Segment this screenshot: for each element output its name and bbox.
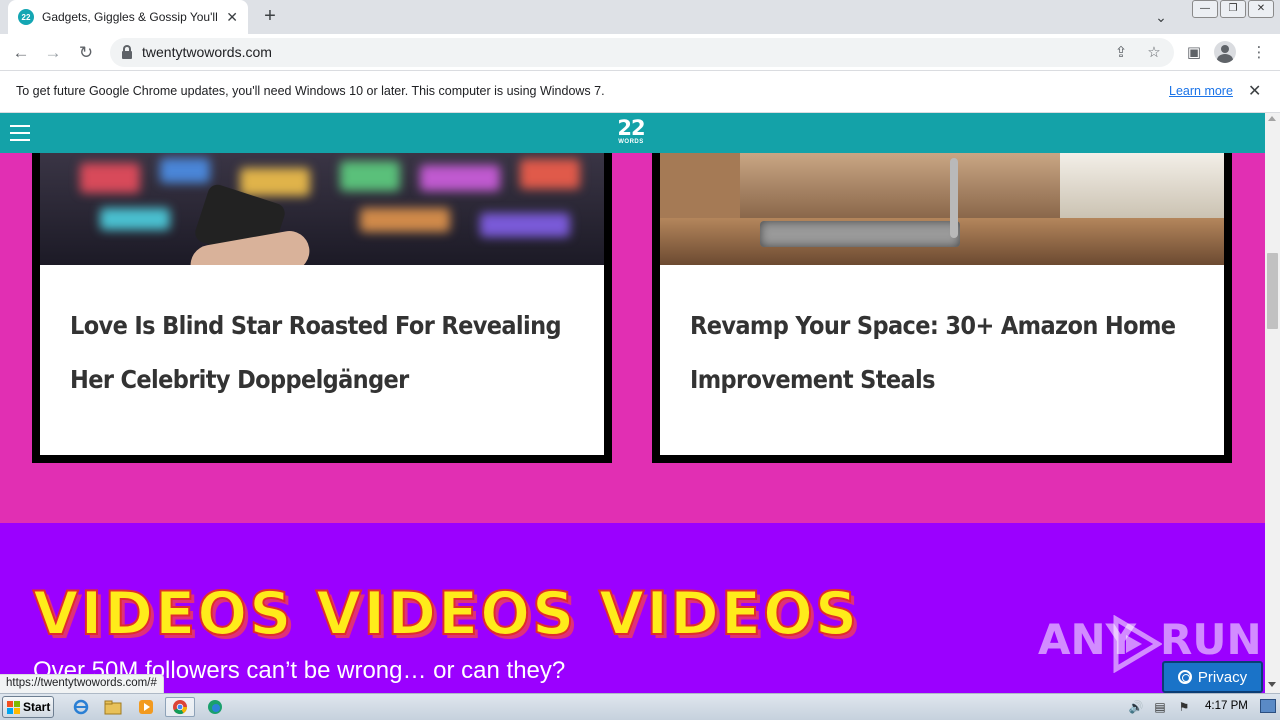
gear-icon: [1177, 670, 1192, 684]
url-text[interactable]: twentytwowords.com: [142, 44, 272, 60]
hamburger-menu-icon[interactable]: [10, 125, 30, 141]
scroll-up-arrow-icon[interactable]: [1268, 116, 1276, 121]
action-center-flag-icon[interactable]: ⚑: [1176, 699, 1192, 715]
close-window-button[interactable]: ✕: [1248, 0, 1274, 18]
article-title[interactable]: Love Is Blind Star Roasted For Revealing…: [70, 299, 574, 407]
new-tab-button[interactable]: +: [258, 5, 282, 29]
tab-title: Gadgets, Giggles & Gossip You'll Love: [42, 10, 222, 24]
side-panel-icon[interactable]: ▣: [1181, 40, 1207, 66]
site-logo[interactable]: 22 WORDS: [614, 117, 648, 145]
privacy-button[interactable]: Privacy: [1162, 661, 1263, 693]
logo-word: WORDS: [618, 139, 644, 145]
ie-icon[interactable]: [70, 697, 92, 717]
taskbar-clock[interactable]: 4:17 PM: [1205, 700, 1248, 712]
minimize-button[interactable]: —: [1192, 0, 1218, 18]
back-arrow-icon[interactable]: ←: [8, 40, 34, 66]
article-title[interactable]: Revamp Your Space: 30+ Amazon Home Impro…: [690, 299, 1194, 407]
edge-icon[interactable]: [204, 697, 226, 717]
status-bar-url: https://twentytwowords.com/#: [0, 674, 164, 693]
play-triangle-icon: [1113, 615, 1162, 673]
window-controls: — ❐ ✕: [1192, 0, 1274, 18]
browser-toolbar: ← → ↻ twentytwowords.com ⇪ ☆ ▣ ⋮: [0, 34, 1280, 71]
scroll-down-arrow-icon[interactable]: [1268, 682, 1276, 687]
watermark-right-text: RUN: [1160, 615, 1262, 664]
videos-heading: VIDEOS VIDEOS VIDEOS: [32, 578, 860, 650]
forward-arrow-icon[interactable]: →: [40, 40, 66, 66]
windows-taskbar: Start 🔊 ▤ ⚑ 4:17 PM: [0, 693, 1280, 720]
logo-number: 22: [617, 116, 645, 140]
page-viewport: 22 WORDS Love Is Blind Star Roasted For …: [0, 113, 1265, 693]
privacy-label: Privacy: [1197, 668, 1248, 686]
tv-remote-image[interactable]: [40, 153, 604, 265]
article-card[interactable]: Revamp Your Space: 30+ Amazon Home Impro…: [652, 153, 1232, 463]
reload-icon[interactable]: ↻: [73, 40, 99, 66]
tab-strip: 22 Gadgets, Giggles & Gossip You'll Love…: [0, 0, 1280, 34]
site-favicon-icon: 22: [18, 9, 34, 25]
learn-more-link[interactable]: Learn more: [1169, 84, 1233, 98]
tab-close-icon[interactable]: ✕: [226, 9, 238, 26]
tab-search-chevron-icon[interactable]: ⌄: [1150, 6, 1172, 28]
site-header: 22 WORDS: [0, 113, 1265, 153]
volume-icon[interactable]: 🔊: [1128, 699, 1144, 715]
update-infobar: To get future Google Chrome updates, you…: [0, 71, 1280, 113]
kitchen-sink-image[interactable]: [660, 153, 1224, 265]
browser-tab[interactable]: 22 Gadgets, Giggles & Gossip You'll Love…: [8, 0, 248, 34]
chrome-icon[interactable]: [165, 697, 195, 717]
windows-flag-icon: [7, 700, 20, 714]
page-scrollbar[interactable]: [1265, 113, 1280, 693]
scrollbar-thumb[interactable]: [1267, 253, 1278, 329]
lock-icon[interactable]: [122, 45, 132, 59]
media-player-icon[interactable]: [135, 697, 157, 717]
start-button[interactable]: Start: [2, 696, 54, 718]
article-card[interactable]: Love Is Blind Star Roasted For Revealing…: [32, 153, 612, 463]
network-icon[interactable]: ▤: [1152, 699, 1168, 715]
infobar-message: To get future Google Chrome updates, you…: [16, 84, 605, 98]
show-desktop-button[interactable]: [1260, 699, 1276, 713]
address-bar[interactable]: twentytwowords.com ⇪ ☆: [110, 38, 1174, 67]
restore-button[interactable]: ❐: [1220, 0, 1246, 18]
profile-avatar-icon[interactable]: [1214, 41, 1236, 63]
infobar-close-icon[interactable]: ✕: [1248, 81, 1261, 101]
explorer-icon[interactable]: [102, 697, 124, 717]
share-icon[interactable]: ⇪: [1110, 42, 1132, 64]
start-label: Start: [23, 700, 51, 714]
bookmark-star-icon[interactable]: ☆: [1143, 42, 1165, 64]
kebab-menu-icon[interactable]: ⋮: [1246, 40, 1272, 66]
